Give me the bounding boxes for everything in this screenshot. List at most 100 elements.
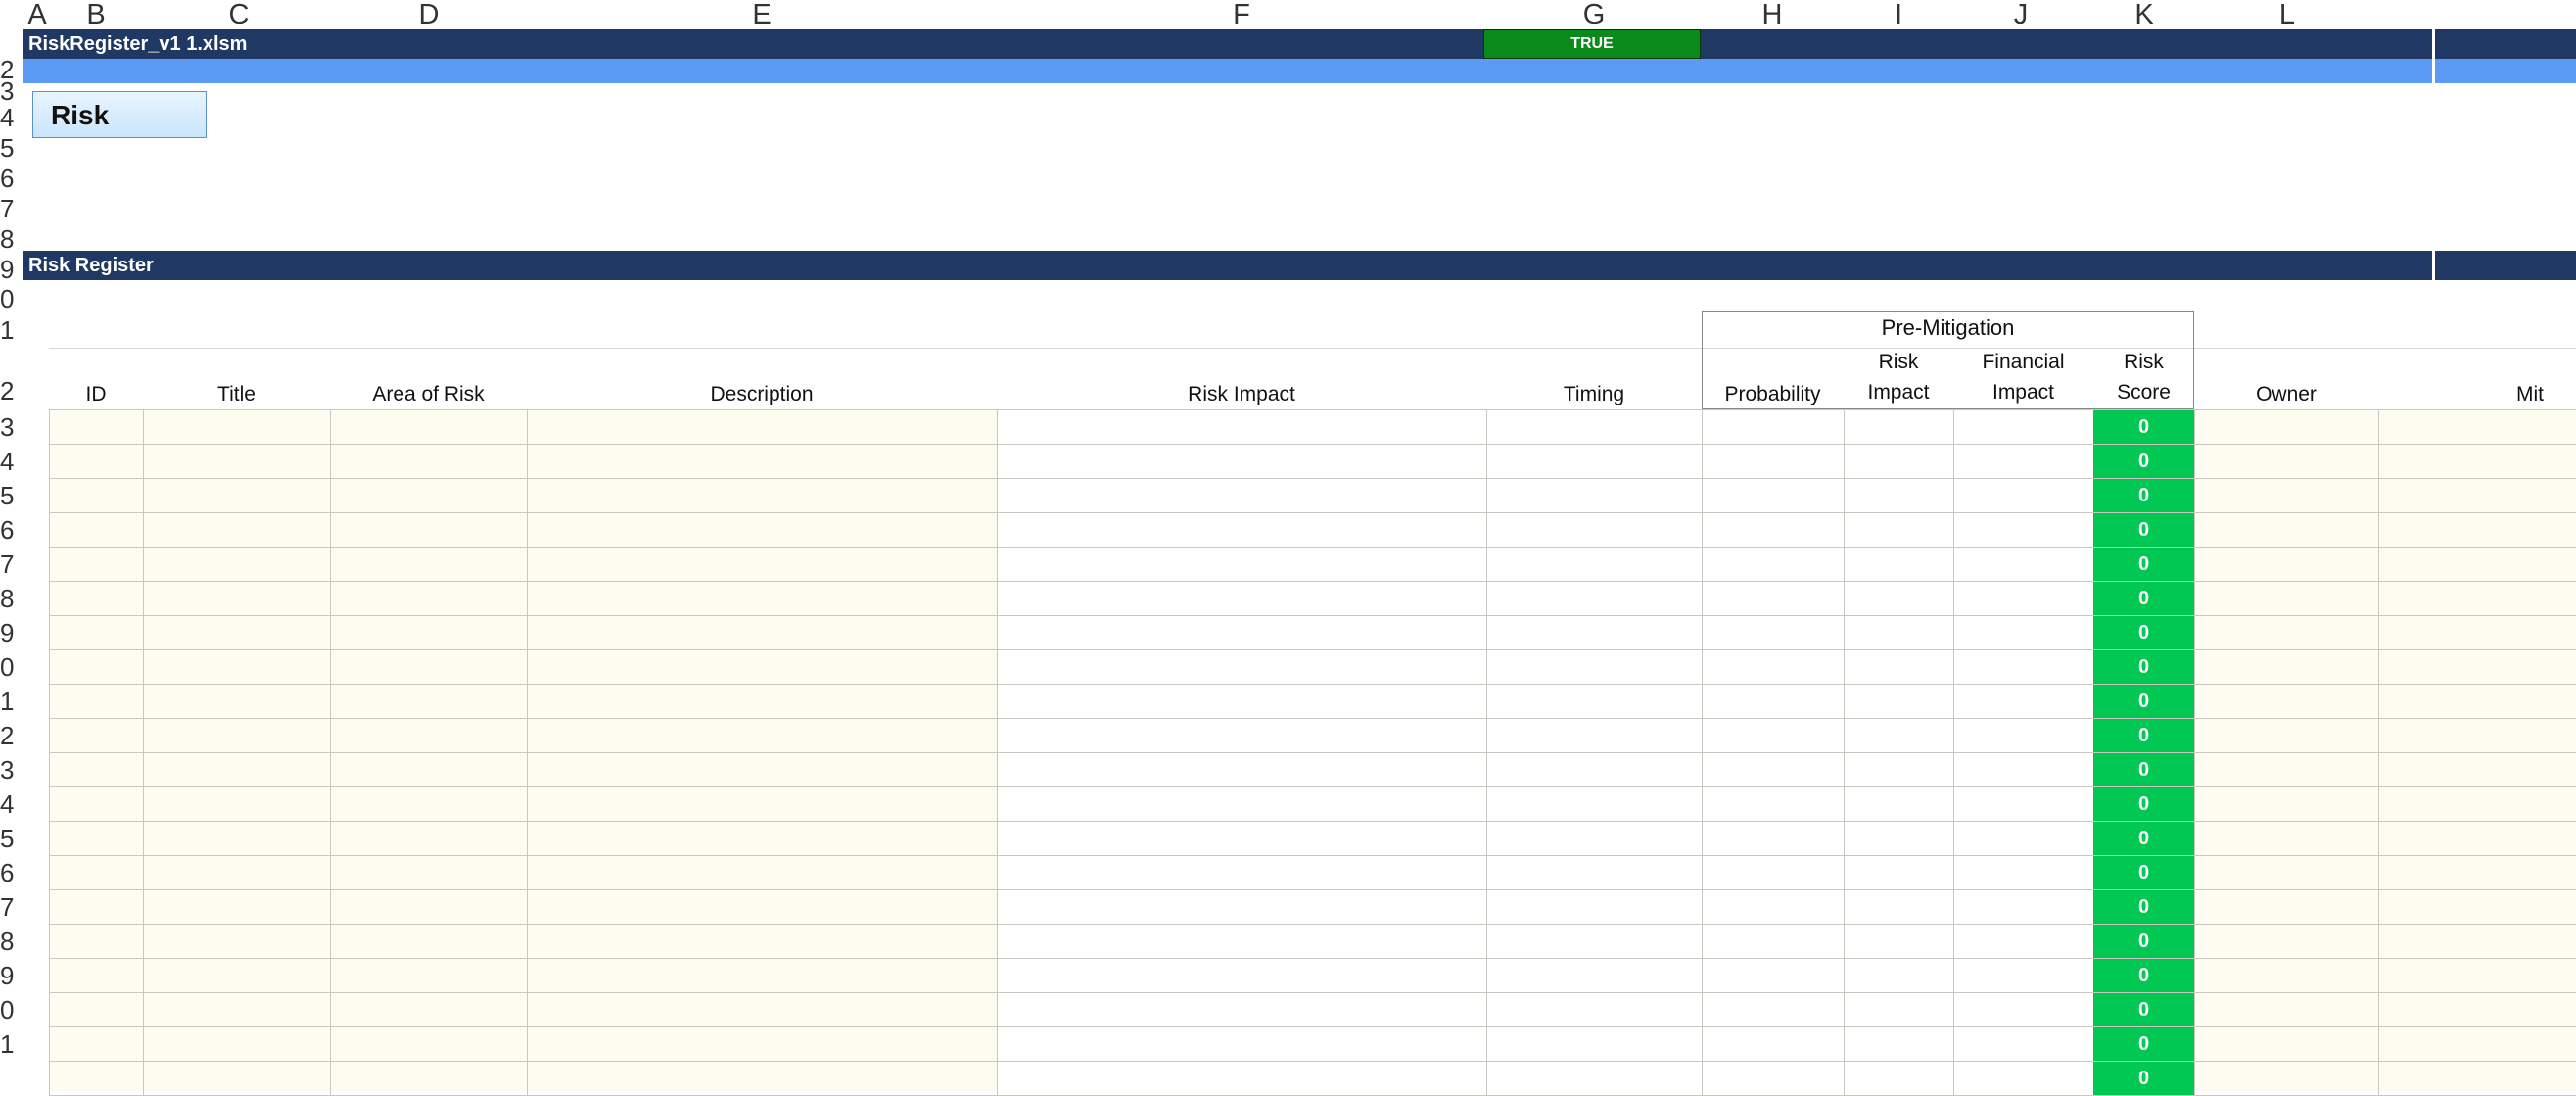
row-number[interactable]: 6 [0, 858, 14, 888]
risk-score-cell[interactable]: 0 [2093, 822, 2194, 855]
column-header-d[interactable]: D [411, 0, 446, 29]
row-number[interactable]: 7 [0, 194, 14, 224]
row-number[interactable]: 9 [0, 255, 14, 285]
row-number[interactable]: 7 [0, 892, 14, 923]
header-risk-impact-2-line1[interactable]: Risk [1844, 347, 1953, 377]
header-financial-impact-line2[interactable]: Impact [1953, 377, 2093, 407]
grid-column-line [1486, 409, 1487, 1095]
risk-score-cell[interactable]: 0 [2093, 410, 2194, 444]
flag-cell-true[interactable]: TRUE [1483, 29, 1701, 59]
risk-score-cell[interactable]: 0 [2093, 513, 2194, 547]
row-number[interactable]: 8 [0, 584, 14, 614]
row-number[interactable]: 5 [0, 824, 14, 854]
column-header-e[interactable]: E [744, 0, 779, 29]
risk-score-cell[interactable]: 0 [2093, 856, 2194, 889]
header-risk-score-line1[interactable]: Risk [2093, 347, 2194, 377]
risk-score-cell[interactable]: 0 [2093, 1062, 2194, 1095]
header-divider [49, 348, 2576, 349]
grid-row-line [49, 752, 2576, 753]
grid-row-line [49, 855, 2576, 856]
row-number[interactable]: 4 [0, 447, 14, 477]
row-number[interactable]: 4 [0, 789, 14, 820]
row-number[interactable]: 7 [0, 549, 14, 580]
column-header-b[interactable]: B [78, 0, 114, 29]
row-number[interactable]: 2 [0, 376, 14, 406]
risk-score-cell[interactable]: 0 [2093, 753, 2194, 786]
risk-score-cell[interactable]: 0 [2093, 616, 2194, 649]
header-financial-impact-line1[interactable]: Financial [1953, 347, 2093, 377]
row-number[interactable]: 3 [0, 412, 14, 443]
grid-row-line [49, 924, 2576, 925]
header-mitigation[interactable]: Mit [2516, 379, 2576, 409]
grid-column-line [2194, 409, 2195, 1095]
header-probability[interactable]: Probability [1702, 379, 1844, 409]
risk-score-cell[interactable]: 0 [2093, 787, 2194, 821]
risk-score-cell[interactable]: 0 [2093, 925, 2194, 958]
header-owner[interactable]: Owner [2194, 379, 2378, 409]
grid-row-line [49, 478, 2576, 479]
row-number[interactable]: 6 [0, 164, 14, 194]
column-header-i[interactable]: I [1887, 0, 1910, 29]
row-number[interactable]: 6 [0, 515, 14, 546]
header-area-of-risk[interactable]: Area of Risk [330, 379, 527, 409]
row-number[interactable]: 1 [0, 1029, 14, 1060]
risk-score-cell[interactable]: 0 [2093, 890, 2194, 924]
row-number[interactable]: 2 [0, 721, 14, 751]
grid-column-line [49, 409, 50, 1095]
row-number[interactable]: 0 [0, 284, 14, 314]
column-header-f[interactable]: F [1224, 0, 1259, 29]
header-id[interactable]: ID [49, 379, 143, 409]
column-header-c[interactable]: C [221, 0, 257, 29]
column-header-h[interactable]: H [1755, 0, 1790, 29]
risk-score-cell[interactable]: 0 [2093, 479, 2194, 512]
row-number[interactable]: 0 [0, 652, 14, 683]
risk-score-cell[interactable]: 0 [2093, 993, 2194, 1026]
column-header-l[interactable]: L [2270, 0, 2305, 29]
row-number[interactable]: 4 [0, 103, 14, 133]
risk-score-cell[interactable]: 0 [2093, 650, 2194, 684]
header-risk-score-line2[interactable]: Score [2093, 377, 2194, 407]
row-number[interactable]: 5 [0, 481, 14, 511]
grid-row-line [49, 821, 2576, 822]
risk-score-cell[interactable]: 0 [2093, 959, 2194, 992]
column-header-g[interactable]: G [1576, 0, 1612, 29]
risk-score-cell[interactable]: 0 [2093, 685, 2194, 718]
grid-column-line [330, 409, 331, 1095]
row-number[interactable]: 1 [0, 687, 14, 717]
risk-score-cell[interactable]: 0 [2093, 582, 2194, 615]
subtitle-band-frozen [2435, 59, 2576, 83]
row-number[interactable]: 3 [0, 755, 14, 786]
header-timing[interactable]: Timing [1486, 379, 1702, 409]
risk-score-cell[interactable]: 0 [2093, 719, 2194, 752]
row-number[interactable]: 8 [0, 224, 14, 255]
risk-score-cell[interactable]: 0 [2093, 445, 2194, 478]
risk-register-grid: 00000000000000000000 [49, 409, 2576, 1096]
grid-row-line [49, 547, 2576, 548]
grid-column-line [527, 409, 528, 1095]
header-description[interactable]: Description [527, 379, 997, 409]
risk-score-cell[interactable]: 0 [2093, 548, 2194, 581]
row-number[interactable]: 9 [0, 961, 14, 991]
workbook-title-band-frozen [2435, 29, 2576, 59]
risk-button[interactable]: Risk [32, 91, 207, 138]
grid-row-line [49, 615, 2576, 616]
row-number[interactable]: 1 [0, 315, 14, 346]
header-title[interactable]: Title [143, 379, 330, 409]
risk-score-cell[interactable]: 0 [2093, 1027, 2194, 1061]
grid-column-line [997, 409, 998, 1095]
grid-row-line [49, 581, 2576, 582]
column-header-k[interactable]: K [2127, 0, 2162, 29]
section-title-band-frozen [2435, 251, 2576, 280]
grid-row-line [49, 1026, 2576, 1027]
header-risk-impact-2-line2[interactable]: Impact [1844, 377, 1953, 407]
row-number[interactable]: 5 [0, 133, 14, 164]
grid-column-line [1953, 409, 1954, 1095]
row-number[interactable]: 0 [0, 995, 14, 1025]
column-header-a[interactable]: A [23, 0, 51, 29]
column-header-j[interactable]: J [2006, 0, 2036, 29]
workbook-title-band [23, 29, 2432, 59]
grid-row-line [49, 889, 2576, 890]
row-number[interactable]: 8 [0, 927, 14, 957]
row-number[interactable]: 9 [0, 618, 14, 648]
header-risk-impact[interactable]: Risk Impact [997, 379, 1486, 409]
